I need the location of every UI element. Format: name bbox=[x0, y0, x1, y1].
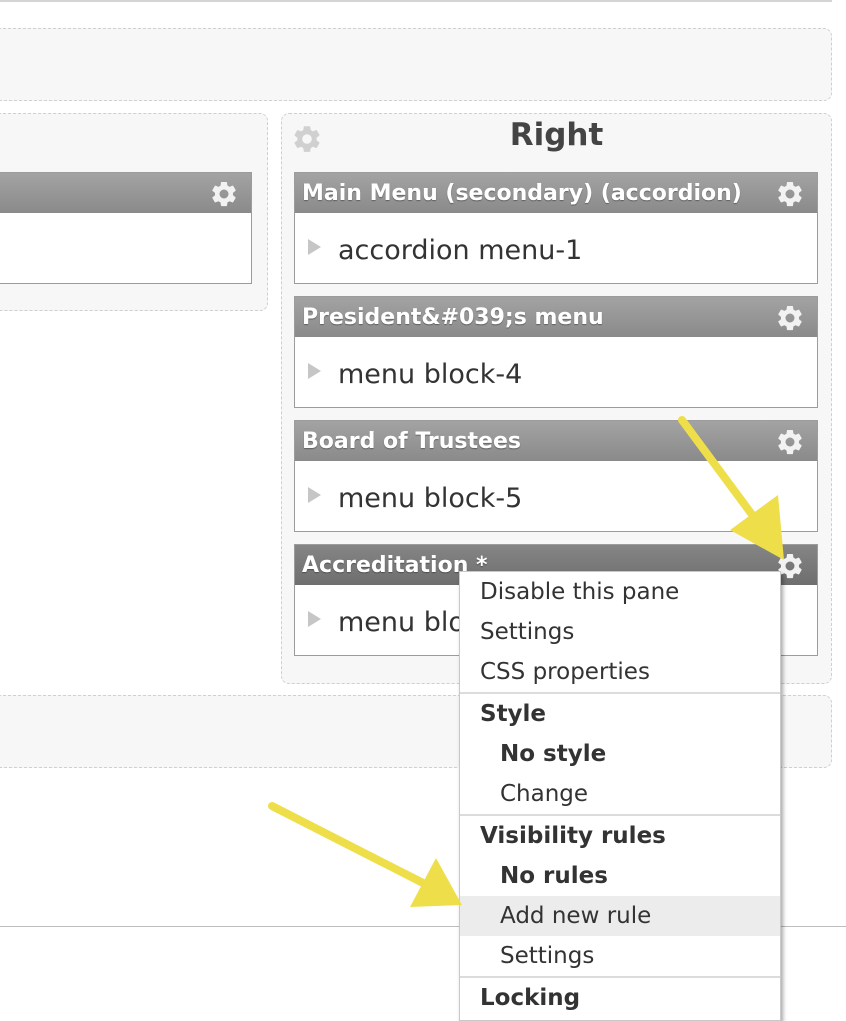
gear-icon[interactable] bbox=[775, 179, 805, 209]
triangle-right-icon bbox=[308, 239, 321, 255]
pane-context-menu: Disable this pane Settings CSS propertie… bbox=[459, 571, 781, 1021]
triangle-right-icon bbox=[308, 363, 321, 379]
menu-heading-style: Style bbox=[480, 701, 547, 727]
menu-item-change-style[interactable]: Change bbox=[460, 774, 780, 814]
pane-title: President&#039;s menu bbox=[295, 297, 817, 337]
menu-heading-locking: Locking bbox=[480, 985, 581, 1011]
pane-title: Main Menu (secondary) (accordion) bbox=[295, 173, 817, 213]
pane-content-label: menu block-5 bbox=[338, 483, 523, 514]
gear-icon[interactable] bbox=[775, 427, 805, 457]
arrow-to-add-rule-icon bbox=[268, 802, 462, 907]
region-title-right: Right bbox=[509, 117, 604, 153]
pane-title: Board of Trustees bbox=[295, 421, 817, 461]
pane-body: menu block-5 bbox=[295, 461, 817, 531]
pane-presidents-menu: President&#039;s menu menu block-4 bbox=[294, 296, 818, 408]
pane-body: menu block-4 bbox=[295, 337, 817, 407]
menu-item-add-new-rule[interactable]: Add new rule bbox=[460, 896, 780, 936]
menu-item-current-rules: No rules bbox=[500, 863, 608, 889]
gear-icon[interactable] bbox=[775, 303, 805, 333]
menu-heading-visibility-rules: Visibility rules bbox=[480, 823, 666, 849]
pane-content-label: accordion menu-1 bbox=[338, 235, 583, 266]
top-divider bbox=[0, 0, 832, 2]
top-region bbox=[0, 28, 832, 101]
triangle-right-icon bbox=[308, 611, 321, 627]
menu-item-settings[interactable]: Settings bbox=[460, 612, 780, 652]
left-pane-header bbox=[0, 173, 251, 213]
menu-item-current-style: No style bbox=[500, 741, 607, 767]
left-pane bbox=[0, 172, 252, 284]
pane-content-label: menu block-4 bbox=[338, 359, 523, 390]
pane-board-of-trustees: Board of Trustees menu block-5 bbox=[294, 420, 818, 532]
pane-body: accordion menu-1 bbox=[295, 213, 817, 283]
menu-item-css-properties[interactable]: CSS properties bbox=[460, 652, 780, 692]
triangle-right-icon bbox=[308, 487, 321, 503]
menu-item-disable-pane[interactable]: Disable this pane bbox=[460, 572, 780, 612]
menu-item-visibility-settings[interactable]: Settings bbox=[460, 936, 780, 976]
gear-icon[interactable] bbox=[209, 179, 239, 209]
pane-main-menu: Main Menu (secondary) (accordion) accord… bbox=[294, 172, 818, 284]
